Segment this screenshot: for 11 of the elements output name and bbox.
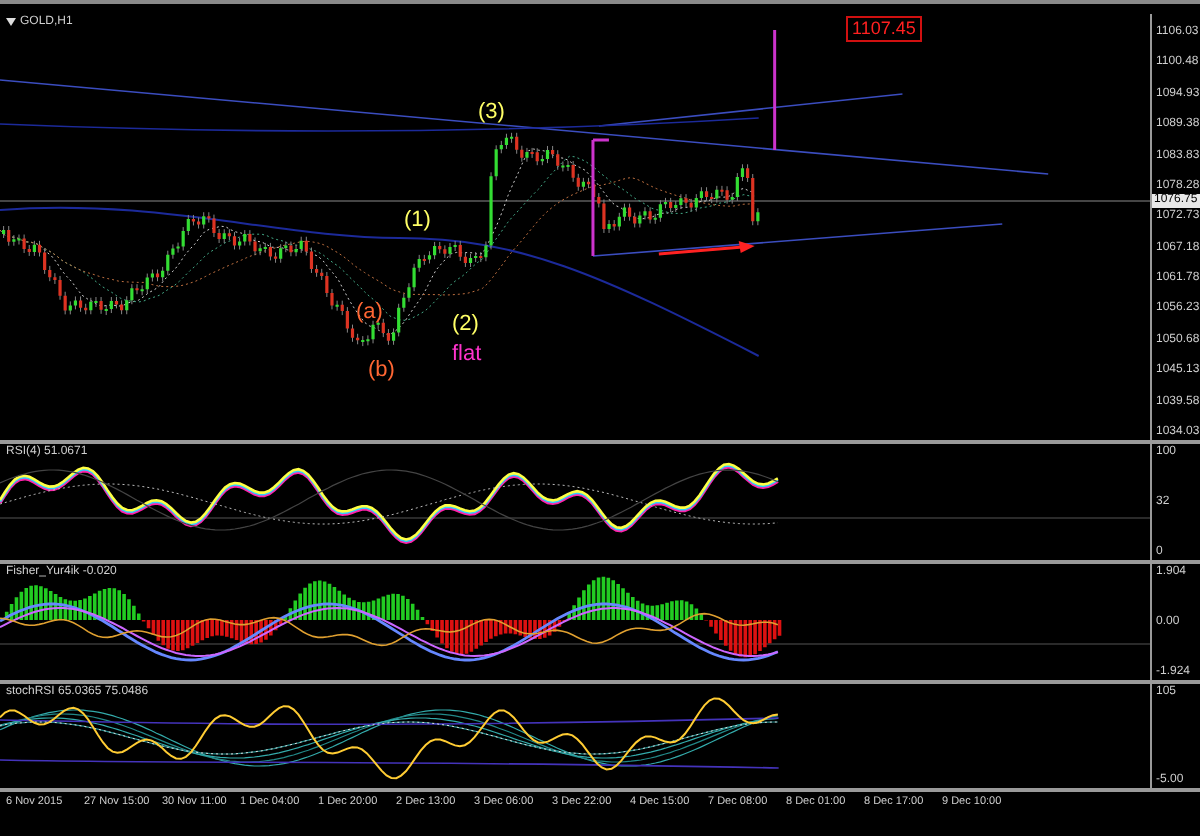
wave-label: (1) (404, 208, 431, 232)
vertical-marker-line (773, 30, 777, 150)
wave-label: (b) (368, 358, 395, 382)
range-bracket (591, 138, 611, 258)
dropdown-triangle-icon[interactable] (6, 18, 16, 26)
wave-label: (3) (478, 100, 505, 124)
wave-label: (a) (356, 300, 383, 324)
wave-label: flat (452, 342, 482, 366)
wave-label: (2) (452, 312, 479, 336)
price-label: 1107.45 (846, 16, 922, 42)
arrow-drawing (658, 241, 755, 256)
